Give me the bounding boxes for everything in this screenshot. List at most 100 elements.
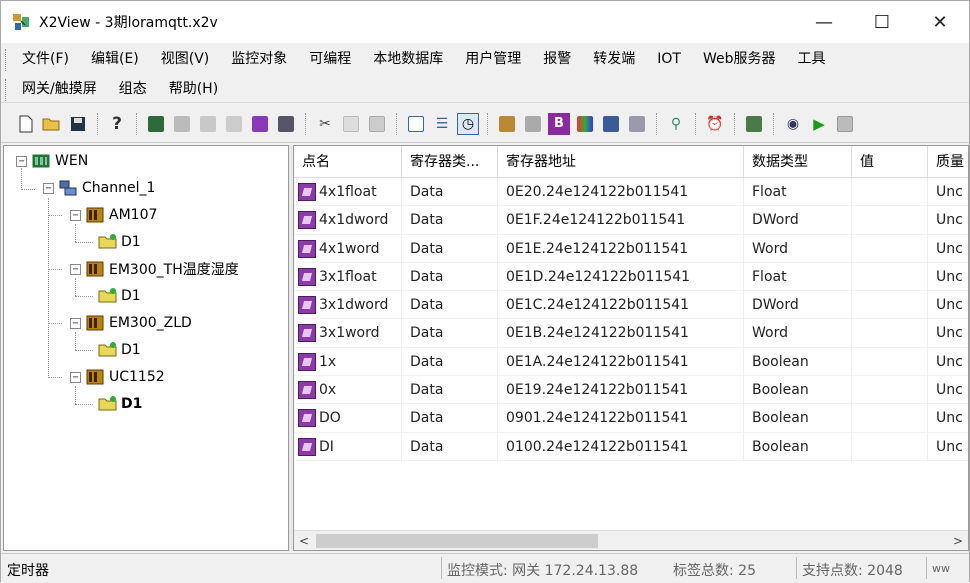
collapse-icon[interactable]: −: [70, 371, 81, 383]
menu-item[interactable]: 用户管理: [454, 46, 532, 72]
copy-icon[interactable]: [340, 113, 362, 135]
group-icon[interactable]: [249, 113, 271, 135]
open-folder-icon[interactable]: [41, 113, 63, 135]
close-button[interactable]: ✕: [911, 1, 969, 43]
menu-item[interactable]: Web服务器: [692, 46, 787, 72]
collapse-icon[interactable]: −: [70, 263, 81, 275]
copy-object-icon[interactable]: [197, 113, 219, 135]
screen-icon[interactable]: [626, 113, 648, 135]
bold-b-icon[interactable]: B: [548, 112, 570, 135]
tree-node-channel[interactable]: − Channel_1: [43, 176, 155, 200]
menu-item[interactable]: 可编程: [298, 46, 362, 72]
column-header[interactable]: 值: [852, 146, 928, 178]
table-cell: Unc: [928, 404, 968, 432]
scroll-left-icon[interactable]: <: [294, 531, 314, 550]
column-header[interactable]: 数据类型: [744, 146, 852, 178]
title-bar[interactable]: X2View - 3期loramqtt.x2v — ☐ ✕: [1, 1, 969, 43]
details-icon[interactable]: ☰: [431, 113, 453, 135]
menu-item[interactable]: IOT: [646, 46, 692, 72]
table-row[interactable]: 3x1float Data 0E1D.24e124122b011541 Float Un…: [294, 262, 968, 292]
table-row[interactable]: DO Data 0901.24e124122b011541 Boolean Unc: [294, 404, 968, 433]
table-row[interactable]: 0x Data 0E19.24e124122b011541 Boolean Unc: [294, 376, 968, 405]
menu-item[interactable]: 帮助(H): [158, 76, 229, 102]
table-cell: DWord: [744, 291, 852, 320]
tag-name: 3x1word: [319, 325, 380, 342]
menu-item[interactable]: 网关/触摸屏: [11, 76, 108, 102]
menu-item[interactable]: 监控对象: [220, 46, 298, 72]
collapse-icon[interactable]: −: [70, 317, 81, 329]
tree-node-tag-group[interactable]: D1: [98, 284, 141, 308]
tree-node-device[interactable]: − UC1152: [70, 365, 165, 389]
edit-object-icon[interactable]: [171, 113, 193, 135]
add-object-icon[interactable]: [145, 113, 167, 135]
table-cell: 4x1dword: [294, 206, 402, 235]
table-cell: [852, 404, 928, 433]
paste-icon[interactable]: [366, 113, 388, 135]
tree-node-device[interactable]: − EM300_ZLD: [70, 311, 192, 335]
connect-icon[interactable]: ⚲: [665, 113, 687, 135]
new-file-icon[interactable]: [15, 113, 37, 135]
table-row[interactable]: 3x1word Data 0E1B.24e124122b011541 Word Unc: [294, 319, 968, 348]
menu-item[interactable]: 本地数据库: [362, 46, 454, 72]
scroll-thumb[interactable]: [316, 534, 598, 548]
toolbar: ? ✂ ☰ ◷ B ⚲ ⏰ ◉ ▶: [1, 105, 969, 143]
table-row[interactable]: DI Data 0100.24e124122b011541 Boolean Unc: [294, 432, 968, 461]
timer-icon[interactable]: ◷: [457, 112, 479, 135]
menu-item[interactable]: 转发端: [582, 46, 646, 72]
tree-node-root[interactable]: − WEN: [16, 149, 88, 173]
table-cell: [852, 432, 928, 461]
menu-item[interactable]: 文件(F): [11, 46, 80, 72]
tree-node-label: D1: [121, 234, 141, 250]
minimize-button[interactable]: —: [795, 1, 853, 43]
tree-node-tag-group[interactable]: D1: [98, 338, 141, 362]
status-monitor-mode: 监控模式: 网关 172.24.13.88: [447, 563, 639, 579]
tree-node-tag-group[interactable]: D1: [98, 230, 141, 254]
tree-node-device[interactable]: − AM107: [70, 203, 157, 227]
table-cell: 3x1float: [294, 262, 402, 291]
table-cell: Boolean: [744, 347, 852, 376]
monitor-icon[interactable]: [600, 113, 622, 135]
tree-node-label: Channel_1: [82, 180, 156, 196]
tree-panel[interactable]: − WEN − Channel_1 − AM107 D1 − EM300_TH温…: [3, 145, 289, 551]
save-icon[interactable]: [67, 113, 89, 135]
table-cell: Word: [744, 319, 852, 348]
help-icon[interactable]: ?: [106, 113, 128, 135]
properties-icon[interactable]: [275, 113, 297, 135]
eye-icon[interactable]: ◉: [782, 113, 804, 135]
play-icon[interactable]: ▶: [808, 113, 830, 135]
cut-icon[interactable]: ✂: [314, 113, 336, 135]
column-header[interactable]: 质量: [928, 146, 968, 178]
menu-item[interactable]: 工具: [787, 46, 837, 72]
column-header[interactable]: 寄存器地址: [498, 146, 744, 178]
collapse-icon[interactable]: −: [70, 209, 81, 221]
menu-grip: [5, 49, 8, 71]
table-row[interactable]: 4x1dword Data 0E1F.24e124122b011541 DWord Un…: [294, 206, 968, 235]
table-row[interactable]: 4x1word Data 0E1E.24e124122b011541 Word Unc: [294, 234, 968, 263]
tree-node-tag-group-selected[interactable]: D1: [98, 392, 142, 416]
menu-item[interactable]: 组态: [108, 76, 158, 102]
column-header[interactable]: 寄存器类...: [402, 146, 498, 178]
alarm-clock-icon[interactable]: ⏰: [704, 113, 726, 135]
horizontal-scrollbar[interactable]: < >: [294, 530, 968, 550]
network-icon[interactable]: [743, 113, 765, 135]
menu-item[interactable]: 视图(V): [150, 46, 221, 72]
variable-icon[interactable]: [496, 113, 518, 135]
folder-icon: [98, 287, 117, 305]
toolbar-separator: [305, 112, 306, 135]
collapse-icon[interactable]: −: [43, 182, 54, 194]
column-header[interactable]: 点名: [294, 146, 402, 178]
tree-node-device[interactable]: − EM300_TH温度湿度: [70, 257, 239, 281]
view-list-icon[interactable]: [405, 113, 427, 135]
menu-item[interactable]: 报警: [532, 46, 582, 72]
calendar-icon[interactable]: [522, 113, 544, 135]
collapse-icon[interactable]: −: [16, 155, 27, 167]
stop-icon[interactable]: [834, 113, 856, 135]
maximize-button[interactable]: ☐: [853, 1, 911, 43]
table-row[interactable]: 3x1dword Data 0E1C.24e124122b011541 DWord Un…: [294, 291, 968, 320]
chart-icon[interactable]: [574, 113, 596, 135]
table-row[interactable]: 4x1float Data 0E20.24e124122b011541 Float Un…: [294, 178, 968, 207]
scroll-right-icon[interactable]: >: [948, 531, 968, 550]
menu-item[interactable]: 编辑(E): [80, 46, 150, 72]
table-row[interactable]: 1x Data 0E1A.24e124122b011541 Boolean Unc: [294, 347, 968, 377]
delete-object-icon[interactable]: [223, 113, 245, 135]
